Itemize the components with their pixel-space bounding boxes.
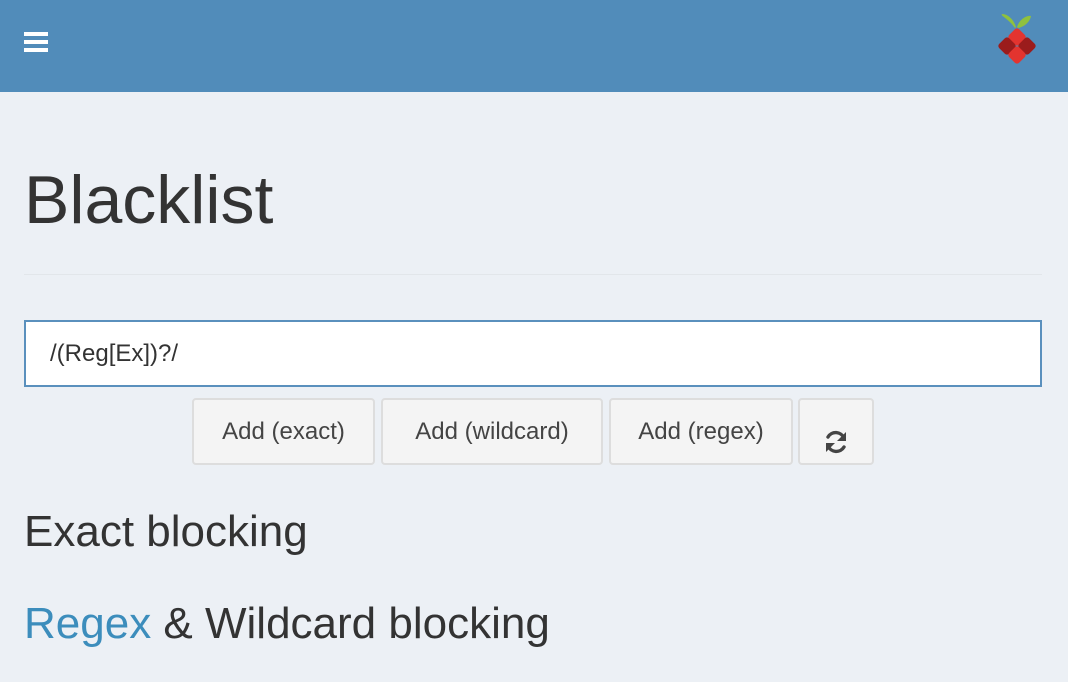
refresh-icon — [826, 430, 846, 453]
hamburger-menu-icon[interactable] — [24, 32, 48, 52]
regex-wildcard-heading-text: & Wildcard blocking — [163, 599, 550, 648]
divider — [24, 274, 1042, 275]
pi-hole-logo-icon[interactable] — [996, 12, 1038, 64]
add-wildcard-button[interactable]: Add (wildcard) — [381, 398, 603, 465]
add-regex-button[interactable]: Add (regex) — [609, 398, 793, 465]
domain-input[interactable] — [24, 320, 1042, 387]
top-navbar — [0, 0, 1068, 92]
add-exact-button[interactable]: Add (exact) — [192, 398, 375, 465]
regex-help-link[interactable]: Regex — [24, 599, 151, 648]
refresh-button[interactable] — [798, 398, 874, 465]
page-title: Blacklist — [24, 162, 274, 238]
regex-wildcard-heading: Regex & Wildcard blocking — [24, 598, 550, 650]
exact-blocking-heading: Exact blocking — [24, 507, 308, 556]
